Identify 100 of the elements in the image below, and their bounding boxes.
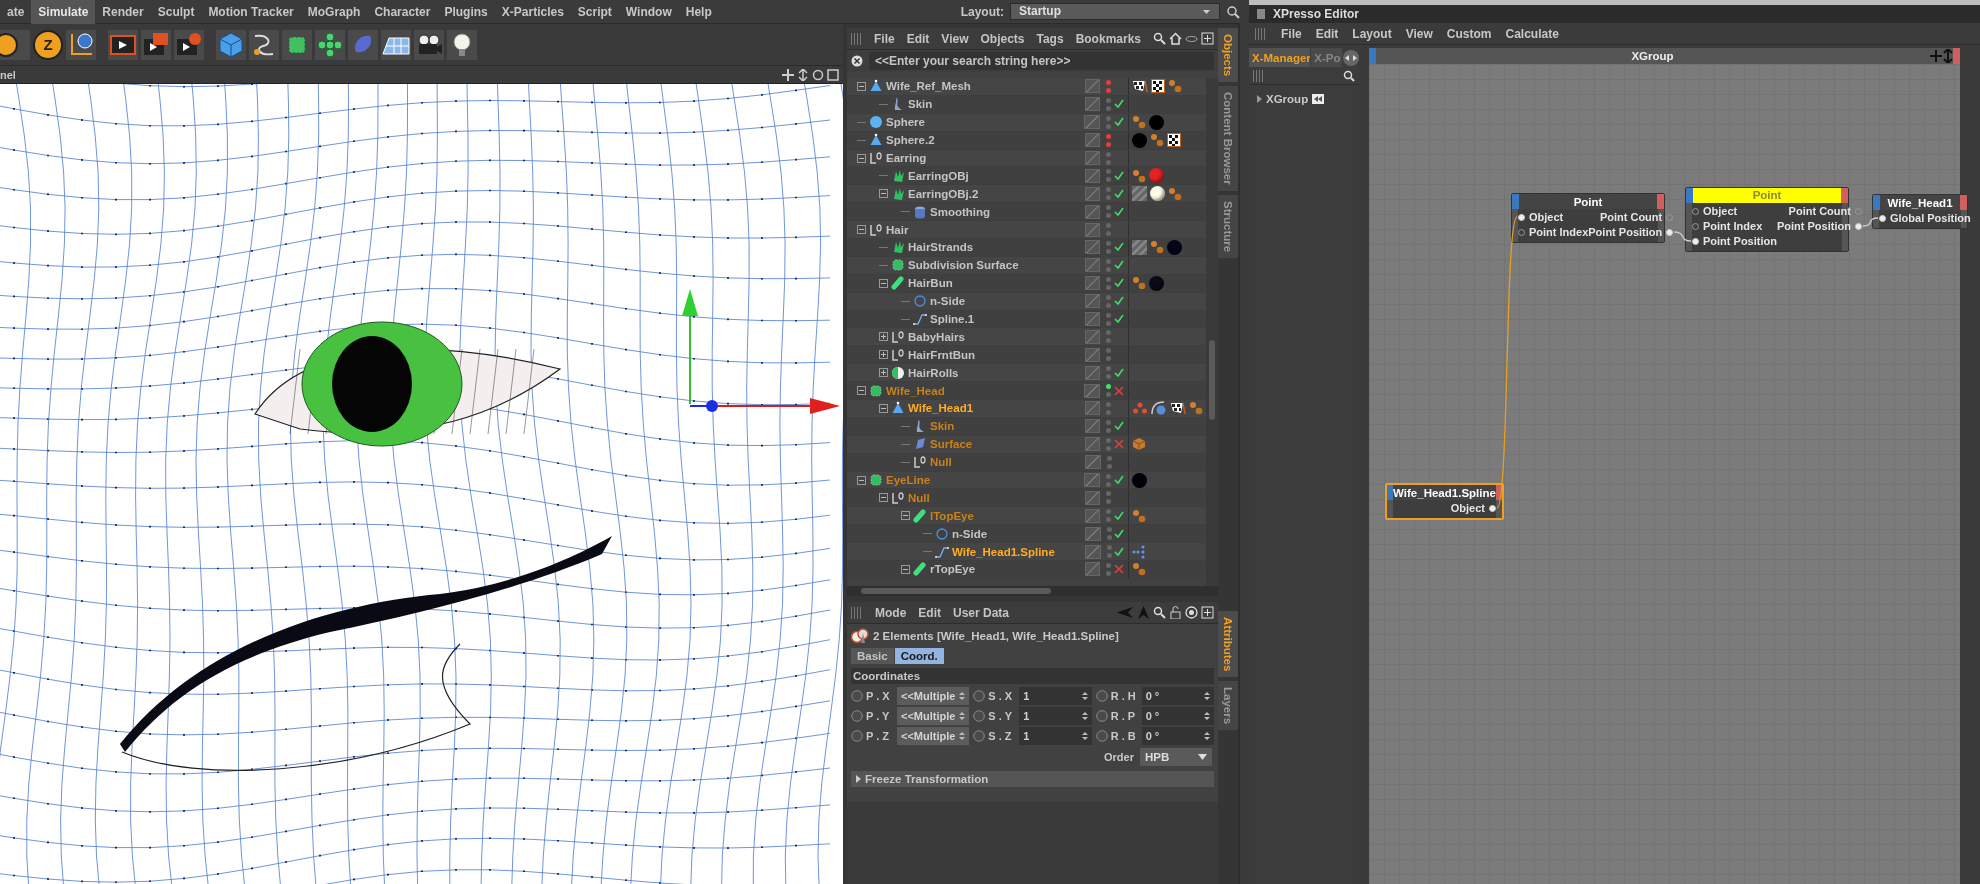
checkered-flag-icon[interactable]	[1131, 79, 1148, 94]
expand-arrow-icon[interactable]	[1257, 95, 1262, 103]
number-field[interactable]: <<Multiple	[897, 687, 970, 705]
layer-icon[interactable]	[1084, 115, 1100, 130]
dots-tag-icon[interactable]	[1132, 562, 1147, 577]
menu-item[interactable]: Bookmarks	[1075, 31, 1141, 46]
render-visibility-dot[interactable]	[1106, 195, 1112, 201]
layer-icon[interactable]	[1084, 97, 1101, 112]
check-icon[interactable]	[1114, 206, 1125, 217]
material-ball-icon[interactable]	[1150, 186, 1165, 202]
port-dot[interactable]	[1692, 237, 1699, 245]
object-name[interactable]: Surface	[930, 438, 973, 451]
cross-icon[interactable]	[1114, 564, 1125, 575]
new-window-icon[interactable]	[1201, 32, 1214, 45]
layer-icon[interactable]	[1084, 473, 1100, 488]
search-icon[interactable]	[1343, 69, 1355, 82]
object-name[interactable]: Spline.1	[930, 313, 975, 325]
expand-toggle[interactable]	[879, 332, 888, 342]
editor-visibility-dot[interactable]	[1106, 276, 1112, 282]
render-visibility-dot[interactable]	[1106, 159, 1112, 165]
editor-visibility-dot[interactable]	[1106, 133, 1112, 139]
spinner-arrows-icon[interactable]	[1081, 731, 1088, 741]
render-visibility-dot[interactable]	[1106, 499, 1112, 505]
search-field[interactable]: <<Enter your search string here>>	[869, 52, 1214, 70]
object-name[interactable]: Null	[930, 456, 952, 469]
three-dots-tag-icon[interactable]	[1131, 401, 1148, 416]
dots-tag-icon[interactable]	[1167, 79, 1182, 94]
object-name[interactable]: n-Side	[930, 295, 966, 308]
menu-item[interactable]: MoGraph	[300, 0, 368, 24]
number-field[interactable]: 1	[1019, 687, 1092, 705]
object-name[interactable]: HairStrands	[908, 241, 974, 254]
menu-item[interactable]: File	[874, 31, 895, 46]
layer-icon[interactable]	[1084, 240, 1101, 255]
vertical-arrows-icon[interactable]	[1943, 49, 1953, 63]
render-visibility-dot[interactable]	[1106, 463, 1112, 469]
number-field[interactable]: 1	[1019, 707, 1092, 725]
dropdown-arrow-icon[interactable]	[1198, 754, 1207, 760]
render-visibility-dot[interactable]	[1106, 374, 1112, 380]
expand-toggle[interactable]	[879, 189, 888, 199]
render-visibility-dot[interactable]	[1106, 320, 1112, 326]
render-visibility-dot[interactable]	[1106, 553, 1112, 559]
menu-item[interactable]: File	[1281, 26, 1302, 41]
expand-toggle[interactable]	[901, 511, 910, 521]
output-handle[interactable]	[1657, 194, 1664, 209]
layer-icon[interactable]	[1084, 401, 1101, 416]
object-name[interactable]: HairRolls	[908, 366, 959, 379]
render-visibility-dot[interactable]	[1106, 284, 1112, 290]
object-name[interactable]: HairBun	[908, 277, 953, 290]
layer-icon[interactable]	[1084, 544, 1101, 559]
editor-visibility-dot[interactable]	[1106, 348, 1112, 354]
target-icon[interactable]	[1185, 606, 1198, 619]
layer-icon[interactable]	[1084, 133, 1101, 148]
dots-tag-icon[interactable]	[1132, 508, 1147, 523]
close-icon[interactable]	[851, 55, 863, 67]
output-handle[interactable]	[1841, 188, 1848, 203]
dots-tag-icon[interactable]	[1132, 168, 1146, 183]
render-visibility-dot[interactable]	[1106, 409, 1112, 415]
check-icon[interactable]	[1114, 296, 1125, 307]
check-icon[interactable]	[1114, 314, 1125, 324]
layer-icon[interactable]	[1084, 347, 1101, 362]
object-name[interactable]: Smoothing	[930, 205, 991, 218]
check-icon[interactable]	[1114, 99, 1124, 110]
cross-icon[interactable]	[1114, 439, 1125, 450]
horizontal-scrollbar[interactable]	[847, 586, 1218, 596]
object-name[interactable]: Hair	[886, 223, 909, 236]
object-name[interactable]: Wife_Head	[886, 384, 945, 397]
editor-visibility-dot[interactable]	[1106, 509, 1112, 515]
spinner-arrows-icon[interactable]	[1204, 711, 1210, 721]
check-icon[interactable]	[1114, 510, 1125, 521]
layer-icon[interactable]	[1084, 508, 1101, 523]
object-name[interactable]: Skin	[930, 420, 955, 433]
maximize-icon[interactable]	[827, 68, 839, 81]
dots-tag-icon[interactable]	[1188, 401, 1203, 416]
search-icon[interactable]	[1153, 32, 1166, 45]
render-visibility-dot[interactable]	[1106, 248, 1112, 254]
number-field[interactable]: 1	[1019, 727, 1092, 745]
number-field[interactable]: <<Multiple	[897, 707, 970, 725]
render-visibility-dot[interactable]	[1106, 87, 1112, 93]
render-visibility-dot[interactable]	[1106, 123, 1111, 129]
editor-visibility-dot[interactable]	[1106, 419, 1112, 425]
menu-item[interactable]: Window	[618, 0, 679, 24]
menu-item[interactable]: Sculpt	[150, 0, 202, 24]
number-field[interactable]: 0 °	[1141, 707, 1214, 725]
render-visibility-dot[interactable]	[1106, 213, 1112, 219]
move-view-icon[interactable]	[782, 68, 794, 81]
port-dot[interactable]	[1489, 504, 1496, 512]
input-handle[interactable]	[1686, 188, 1693, 203]
rotate-view-icon[interactable]	[812, 68, 824, 81]
render-visibility-dot[interactable]	[1106, 302, 1112, 308]
menu-item[interactable]: Simulate	[31, 0, 96, 24]
menu-item[interactable]: Edit	[1315, 26, 1339, 41]
editor-visibility-dot[interactable]	[1106, 205, 1112, 211]
object-name[interactable]: EarringOBj	[908, 169, 969, 182]
cube-tag-icon[interactable]	[1132, 437, 1147, 452]
object-name[interactable]: Sphere.2	[886, 134, 935, 147]
points-tag-icon[interactable]	[1132, 544, 1147, 559]
render-visibility-dot[interactable]	[1106, 445, 1112, 451]
layer-icon[interactable]	[1084, 79, 1101, 94]
side-tab[interactable]: Structure	[1218, 194, 1238, 258]
menu-item[interactable]: Help	[678, 0, 719, 24]
